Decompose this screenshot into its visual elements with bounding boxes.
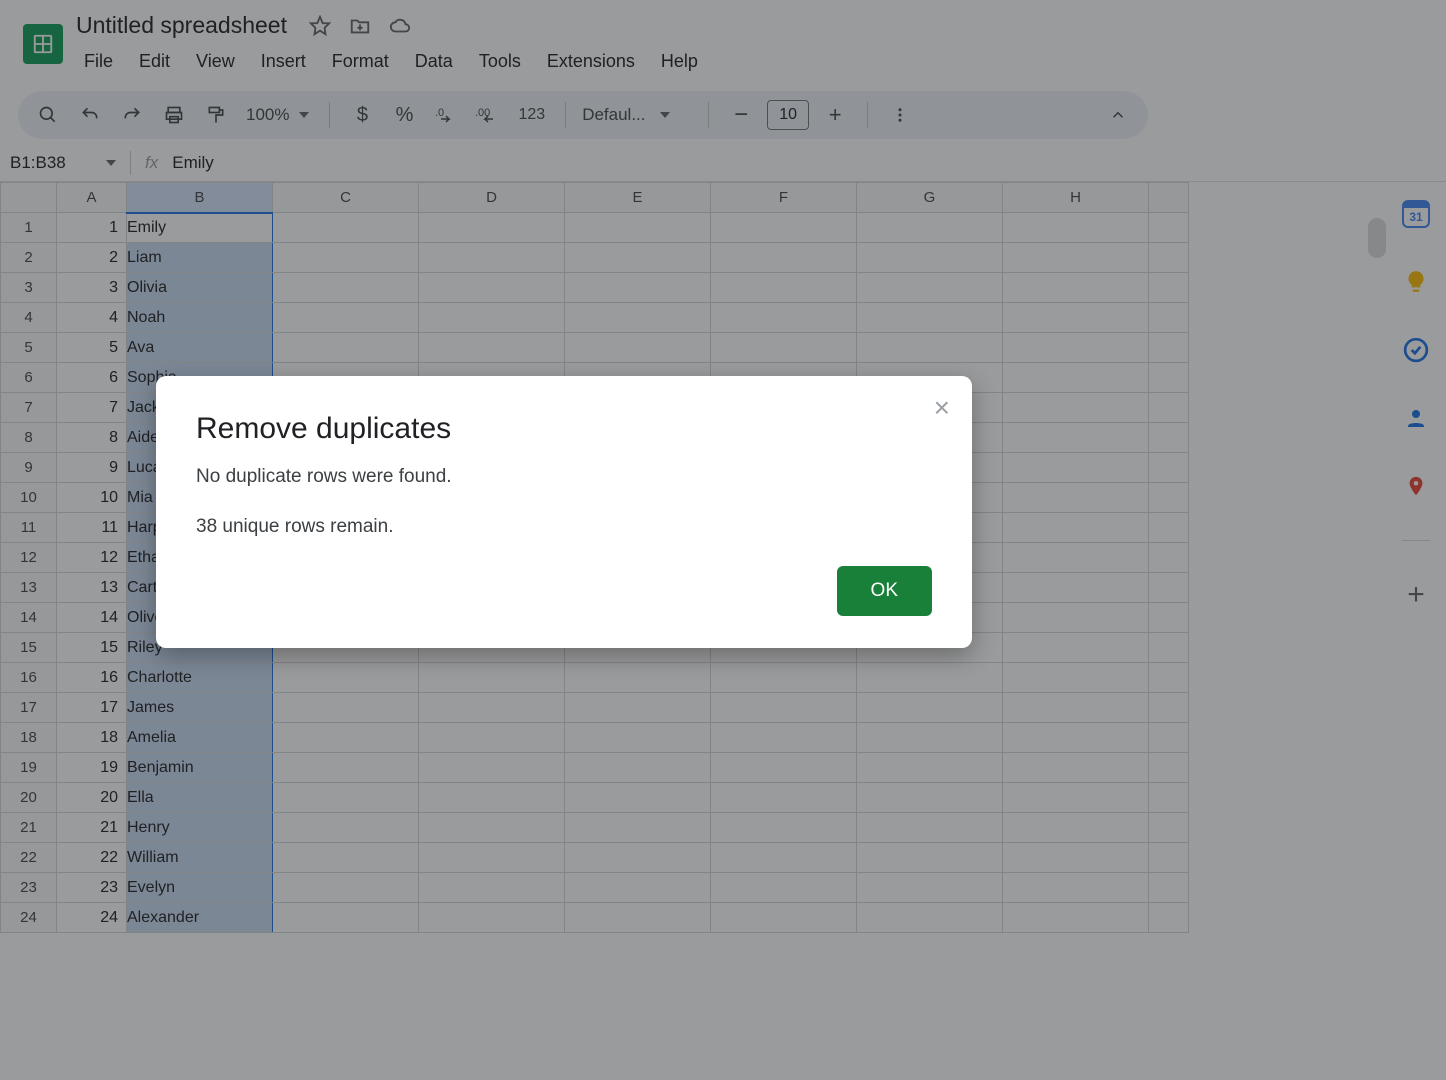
dialog-ok-button[interactable]: OK <box>837 566 932 616</box>
dialog-title: Remove duplicates <box>196 412 932 446</box>
remove-duplicates-dialog: × Remove duplicates No duplicate rows we… <box>156 376 972 648</box>
modal-overlay: × Remove duplicates No duplicate rows we… <box>0 0 1446 1080</box>
dialog-message-2: 38 unique rows remain. <box>196 516 932 538</box>
dialog-message-1: No duplicate rows were found. <box>196 466 932 488</box>
dialog-close-icon[interactable]: × <box>934 394 950 422</box>
